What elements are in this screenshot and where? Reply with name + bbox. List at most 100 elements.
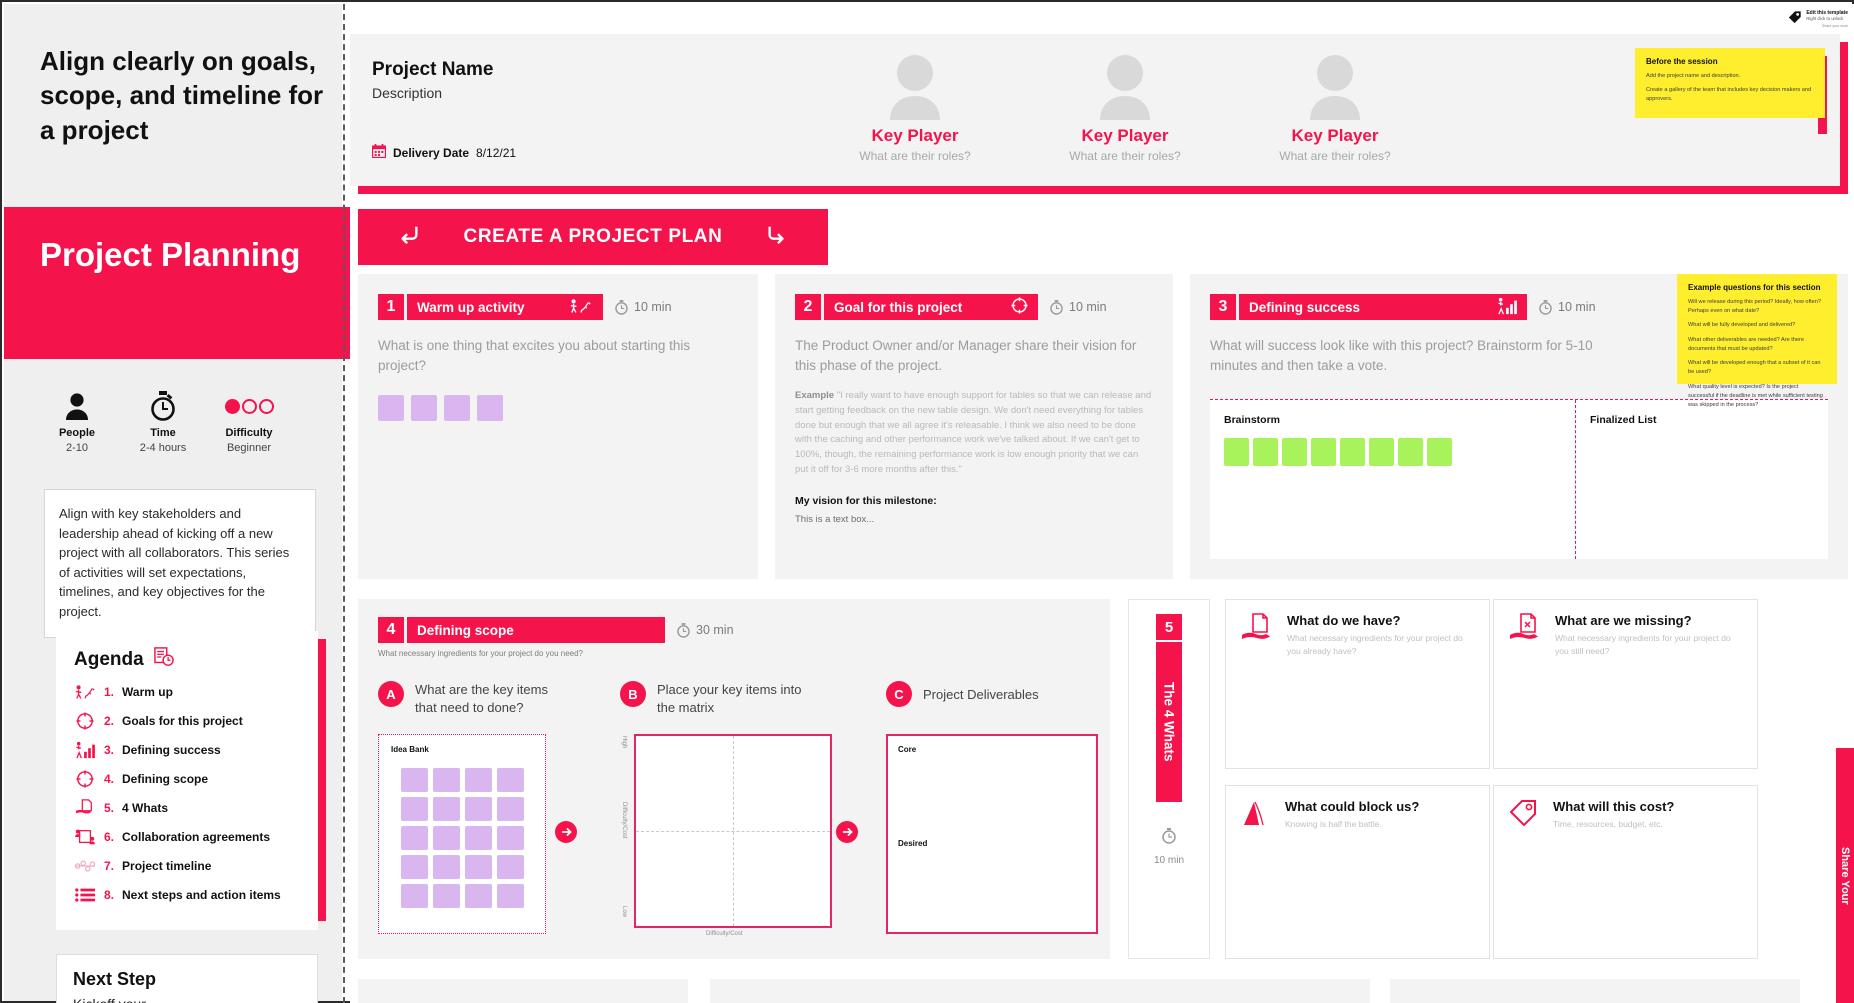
key-player-name: Key Player <box>871 126 959 145</box>
sticky-note[interactable] <box>496 797 524 821</box>
project-description[interactable]: Description <box>372 85 442 101</box>
idea-bank-grid <box>391 768 533 908</box>
edit-template-badge[interactable]: Edit this template Right click to unlock… <box>1788 10 1848 29</box>
agenda-label: Collaboration agreements <box>122 830 271 844</box>
agenda-item-2[interactable]: 2. Goals for this project <box>74 711 304 731</box>
activity-2-header: 2 Goal for this project 10 min <box>795 294 1153 320</box>
agenda-item-6[interactable]: 6. Collaboration agreements <box>74 827 304 847</box>
whats-card-block[interactable]: What could block us? Knowing is half the… <box>1225 785 1490 959</box>
sticky-note[interactable] <box>1369 438 1394 466</box>
sticky-note[interactable] <box>411 395 437 422</box>
difficulty-dots-icon <box>210 389 288 423</box>
sticky-note[interactable] <box>496 768 524 792</box>
agenda-item-5[interactable]: 5. 4 Whats <box>74 798 304 818</box>
sticky-note[interactable] <box>400 797 428 821</box>
arrow-a-to-b-icon <box>555 821 577 848</box>
activity-time: 30 min <box>696 623 734 637</box>
activity-timer: 10 min <box>1050 299 1107 315</box>
whats-title: What do we have? <box>1287 613 1401 628</box>
delivery-date-value[interactable]: 8/12/21 <box>476 146 516 160</box>
sticky-note[interactable] <box>1340 438 1365 466</box>
whats-card-missing[interactable]: What are we missing? What necessary ingr… <box>1493 599 1758 769</box>
sticky-note[interactable] <box>464 884 492 908</box>
sticky-note[interactable] <box>432 884 460 908</box>
sticky-note[interactable] <box>1311 438 1336 466</box>
sticky-note[interactable] <box>496 855 524 879</box>
sticky-note[interactable] <box>1398 438 1423 466</box>
stat-value: 2-10 <box>65 442 89 454</box>
agenda-item-8[interactable]: 8. Next steps and action items <box>74 885 304 905</box>
sticky-note[interactable] <box>477 395 503 422</box>
sticky-note[interactable] <box>464 797 492 821</box>
activity-title: Defining success <box>1249 299 1361 315</box>
scope-step-a: A What are the key items that need to do… <box>378 681 565 716</box>
brand-title: Project Planning <box>40 236 301 273</box>
key-player-3[interactable]: Key Player What are their roles? <box>1270 54 1400 163</box>
whats-card-cost[interactable]: What will this cost? Time, resources, bu… <box>1493 785 1758 959</box>
next-step-card: Next Step Kickoff your <box>56 954 318 1003</box>
stopwatch-icon <box>124 389 202 423</box>
sticky-note[interactable] <box>496 884 524 908</box>
matrix-plot[interactable] <box>634 734 832 928</box>
hand-document-x-icon <box>1509 613 1543 650</box>
sticky-note[interactable] <box>1427 438 1452 466</box>
brainstorm-label: Brainstorm <box>1224 414 1281 426</box>
deliverables-core-label: Core <box>898 745 917 754</box>
sticky-note[interactable] <box>432 826 460 850</box>
edit-template-line3: Share your work <box>1821 24 1848 28</box>
avatar <box>890 55 940 120</box>
sticky-note[interactable] <box>464 826 492 850</box>
sticky-note[interactable] <box>432 768 460 792</box>
activity-4-header: 4 Defining scope 30 min <box>378 617 1090 643</box>
agenda-item-3[interactable]: 3. Defining success <box>74 740 304 760</box>
whats-title: What could block us? <box>1285 799 1420 814</box>
activity-1-header: 1 Warm up activity 10 min <box>378 294 738 320</box>
left-info-panel: Align clearly on goals, scope, and timel… <box>4 4 352 1003</box>
sticky-note[interactable] <box>464 768 492 792</box>
avatar <box>1100 55 1150 120</box>
create-project-plan-banner: CREATE A PROJECT PLAN <box>358 209 828 265</box>
share-your-work-tab[interactable]: Share Your <box>1836 748 1854 1003</box>
calendar-icon <box>371 144 387 161</box>
next-step-title: Next Step <box>73 969 157 989</box>
arrow-b-to-c-icon <box>836 821 858 848</box>
step-label: What are the key items that need to done… <box>415 682 548 715</box>
sticky-note[interactable] <box>400 826 428 850</box>
sticky-note[interactable] <box>400 768 428 792</box>
vision-value[interactable]: This is a text box... <box>795 514 1153 525</box>
sticky-note[interactable] <box>1282 438 1307 466</box>
sticky-note[interactable] <box>496 826 524 850</box>
project-deliverables-box[interactable]: Core Desired <box>886 734 1098 934</box>
stat-value: Beginner <box>226 442 272 454</box>
whats-card-have[interactable]: What do we have? What necessary ingredie… <box>1225 599 1490 769</box>
stat-label: People <box>58 427 96 439</box>
key-player-1[interactable]: Key Player What are their roles? <box>850 54 980 163</box>
section-vertical-label: The 4 Whats <box>1156 642 1182 802</box>
matrix-y-bottom-label: Low <box>621 906 627 918</box>
agenda-item-4[interactable]: 4. Defining scope <box>74 769 304 789</box>
agenda-item-1[interactable]: 1. Warm up <box>74 682 304 702</box>
brainstorm-area: Brainstorm Finalized List <box>1210 399 1828 559</box>
activity-time: 10 min <box>1069 300 1107 314</box>
next-step-text: Kickoff your <box>73 996 301 1003</box>
activity-time: 10 min <box>634 300 672 314</box>
sticky-note[interactable] <box>432 855 460 879</box>
agenda-number: 1. <box>104 685 115 699</box>
agenda-item-7[interactable]: 7. Project timeline <box>74 856 304 876</box>
key-player-role: What are their roles? <box>1279 149 1391 163</box>
deliverables-desired-label: Desired <box>898 839 928 848</box>
sticky-note[interactable] <box>1253 438 1278 466</box>
sticky-note[interactable] <box>444 395 470 422</box>
activity-1-stickies <box>378 395 738 422</box>
key-player-2[interactable]: Key Player What are their roles? <box>1060 54 1190 163</box>
sticky-note[interactable] <box>378 395 404 422</box>
lock-tag-icon <box>1788 10 1802 29</box>
sticky-note[interactable] <box>1224 438 1249 466</box>
sticky-note[interactable] <box>400 884 428 908</box>
sticky-note[interactable] <box>400 855 428 879</box>
sticky-note[interactable] <box>432 797 460 821</box>
key-players-row: Key Player What are their roles? Key Pla… <box>850 54 1410 163</box>
sticky-note[interactable] <box>464 855 492 879</box>
project-name[interactable]: Project Name <box>372 59 493 81</box>
activity-timer: 30 min <box>677 622 734 638</box>
